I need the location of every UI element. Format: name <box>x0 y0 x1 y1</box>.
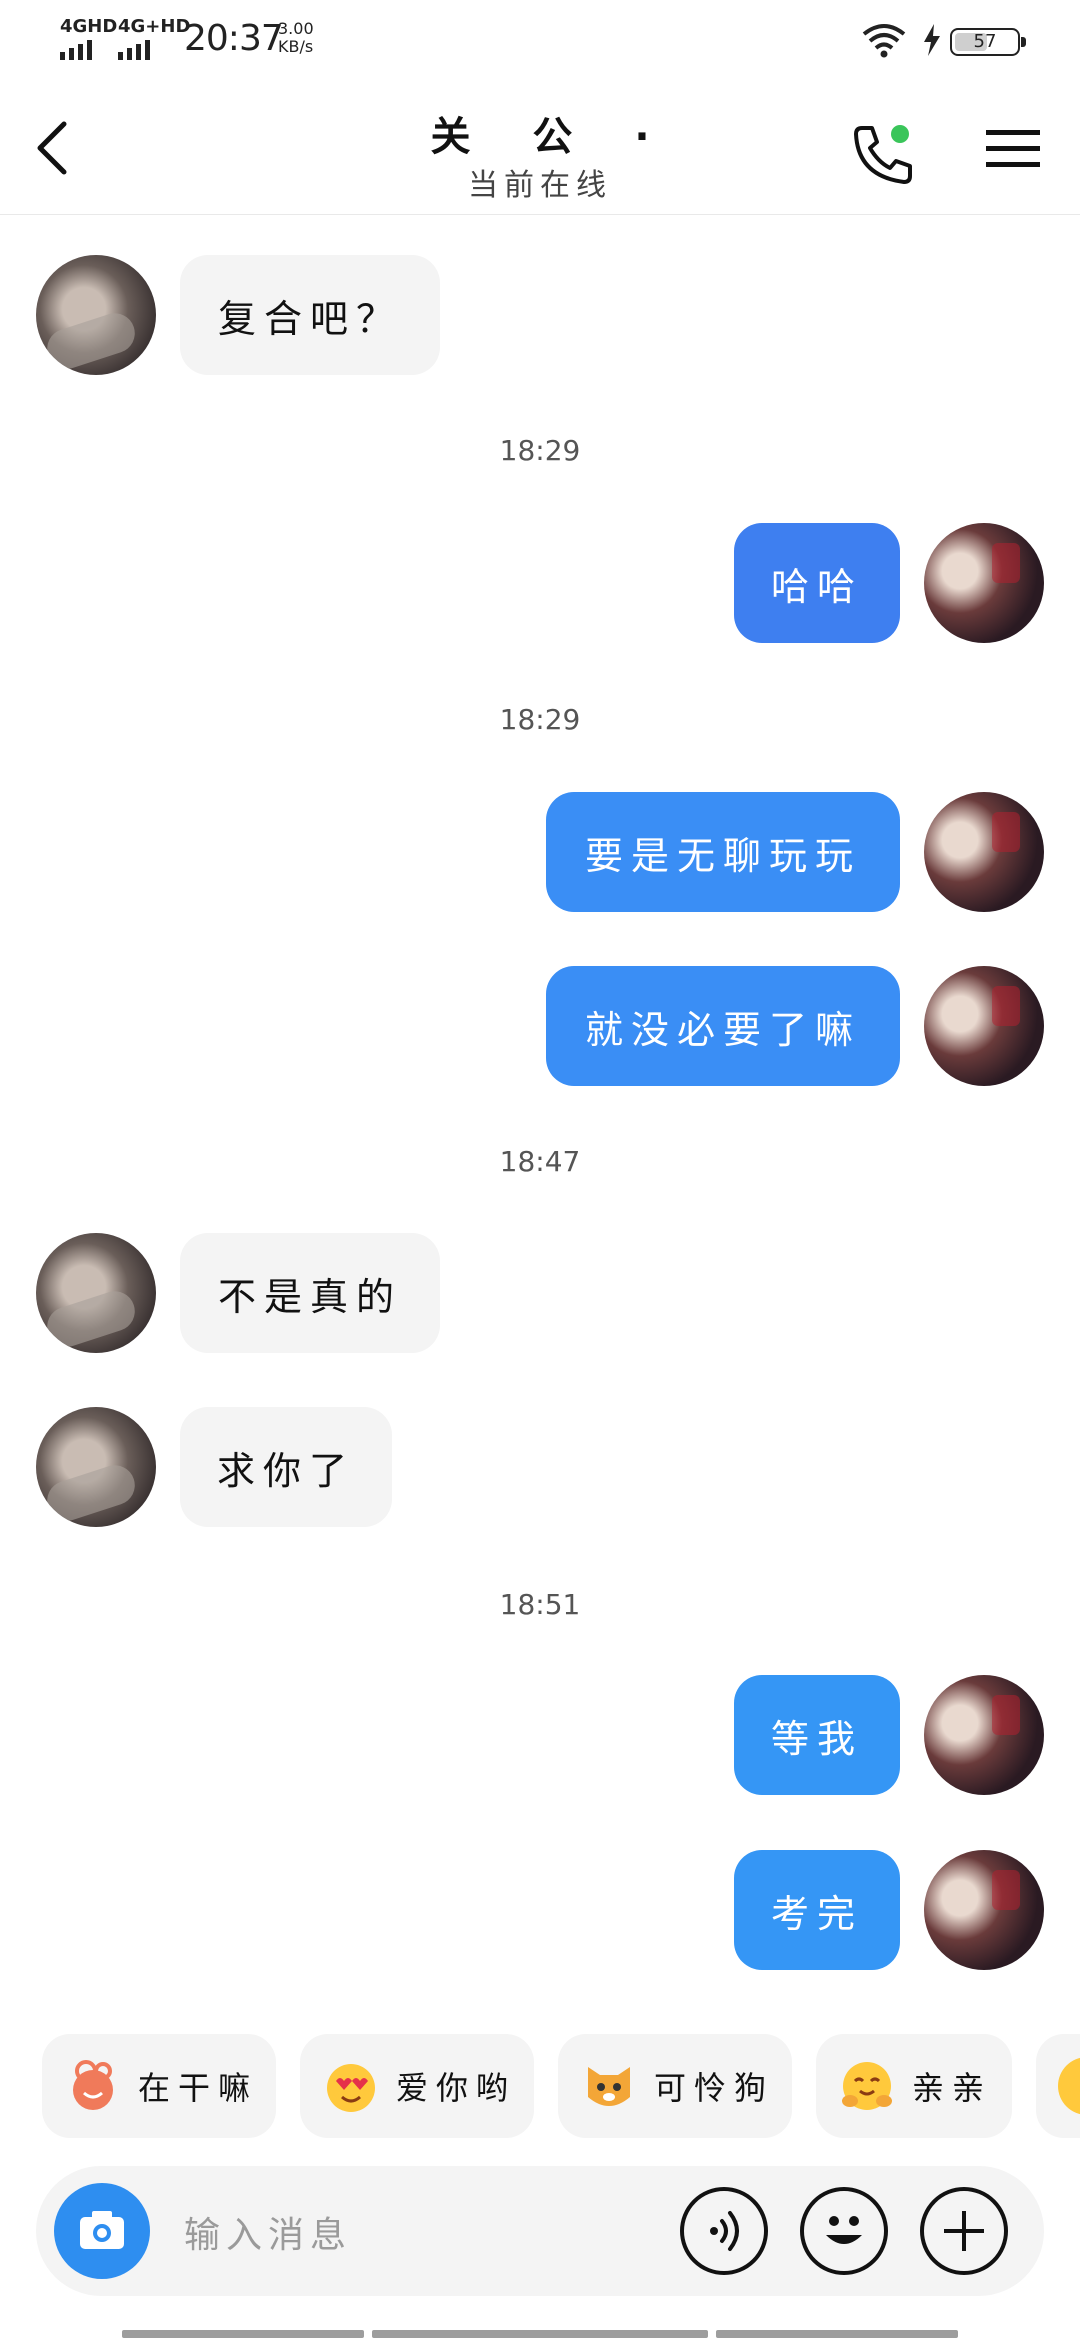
contact-avatar[interactable] <box>36 1233 156 1353</box>
message-input[interactable]: 输入消息 <box>184 2206 352 2258</box>
message-bubble-incoming[interactable]: 不是真的 <box>180 1233 440 1353</box>
network-speed: 3.00 KB/s <box>278 20 314 56</box>
message-bubble-outgoing[interactable]: 等我 <box>734 1675 900 1795</box>
timestamp: 18:51 <box>499 1588 581 1621</box>
network-type-1: 4GHD <box>60 16 118 37</box>
camera-button[interactable] <box>54 2183 150 2279</box>
message-row: 复合吧？ <box>0 255 1080 375</box>
message-bubble-incoming[interactable]: 复合吧？ <box>180 255 440 375</box>
signal-strength-icon: 4GHD <box>60 18 117 60</box>
message-bubble-outgoing[interactable]: 就没必要了嘛 <box>546 966 900 1086</box>
heart-eyes-emoji-icon <box>322 2057 380 2115</box>
message-row: 不是真的 <box>0 1233 1080 1353</box>
nav-bar-segment[interactable] <box>122 2330 364 2338</box>
timestamp: 18:29 <box>499 434 581 467</box>
phone-call-icon[interactable] <box>848 120 918 190</box>
menu-icon[interactable] <box>984 124 1044 174</box>
contact-avatar[interactable] <box>36 1407 156 1527</box>
my-avatar[interactable] <box>924 792 1044 912</box>
contact-avatar[interactable] <box>36 255 156 375</box>
clock: 20:37 <box>184 18 284 59</box>
quick-reply-chip[interactable]: 爱你哟 <box>300 2034 534 2138</box>
quick-reply-label: 在干嘛 <box>138 2069 259 2107</box>
nav-bar-segment[interactable] <box>716 2330 958 2338</box>
message-row: 哈哈 <box>0 523 1080 643</box>
message-list[interactable]: 复合吧？ 18:29 哈哈 18:29 要是无聊玩玩 就没必要了嘛 18:47 … <box>0 215 1080 2015</box>
quick-reply-chip[interactable]: 可怜狗 <box>558 2034 792 2138</box>
my-avatar[interactable] <box>924 1850 1044 1970</box>
network-speed-value: 3.00 <box>278 19 314 38</box>
battery-icon: 57 <box>950 28 1026 56</box>
flower-sticker-icon <box>64 2057 122 2115</box>
message-bubble-outgoing[interactable]: 哈哈 <box>734 523 900 643</box>
message-row: 要是无聊玩玩 <box>0 792 1080 912</box>
contact-name: 关 公 · <box>430 114 674 160</box>
plus-icon <box>944 2211 984 2251</box>
message-row: 求你了 <box>0 1407 1080 1527</box>
online-status: 当前在线 <box>468 168 612 203</box>
quick-reply-chip[interactable]: 亲亲 <box>816 2034 1012 2138</box>
my-avatar[interactable] <box>924 1675 1044 1795</box>
emoji-icon <box>826 2216 862 2244</box>
quick-reply-bar[interactable]: 在干嘛 爱你哟 可怜狗 亲亲 <box>0 2034 1080 2138</box>
hug-emoji-icon <box>838 2057 896 2115</box>
my-avatar[interactable] <box>924 523 1044 643</box>
online-indicator-dot <box>891 125 909 143</box>
plus-button[interactable] <box>920 2187 1008 2275</box>
my-avatar[interactable] <box>924 966 1044 1086</box>
charging-icon <box>924 24 940 56</box>
network-speed-unit: KB/s <box>278 37 314 56</box>
voice-button[interactable] <box>680 2187 768 2275</box>
wifi-icon <box>862 24 906 58</box>
camera-icon <box>80 2211 124 2249</box>
quick-reply-chip[interactable]: 在干嘛 <box>42 2034 276 2138</box>
voice-icon <box>710 2211 739 2251</box>
timestamp: 18:47 <box>499 1145 581 1178</box>
emoji-button[interactable] <box>800 2187 888 2275</box>
emoji-sticker-icon <box>1058 2057 1080 2115</box>
quick-reply-label: 可怜狗 <box>654 2069 775 2107</box>
quick-reply-label: 爱你哟 <box>396 2069 517 2107</box>
quick-reply-label: 亲亲 <box>912 2069 993 2107</box>
quick-reply-chip-partial[interactable] <box>1036 2034 1080 2138</box>
message-row: 考完 <box>0 1850 1080 1970</box>
message-bubble-incoming[interactable]: 求你了 <box>180 1407 392 1527</box>
pitiful-dog-emoji-icon <box>580 2057 638 2115</box>
status-bar: 4GHD 4G+HD 20:37 3.00 KB/s 57 <box>0 0 1080 80</box>
chat-header: 关 公 · 当前在线 <box>0 80 1080 215</box>
message-row: 就没必要了嘛 <box>0 966 1080 1086</box>
signal-strength-icon-2: 4G+HD <box>118 18 190 60</box>
message-row: 等我 <box>0 1675 1080 1795</box>
network-type-2: 4G+HD <box>118 16 191 37</box>
battery-level: 57 <box>973 31 997 52</box>
message-bubble-outgoing[interactable]: 考完 <box>734 1850 900 1970</box>
message-input-bar: 输入消息 <box>36 2166 1044 2296</box>
message-bubble-outgoing[interactable]: 要是无聊玩玩 <box>546 792 900 912</box>
timestamp: 18:29 <box>499 703 581 736</box>
nav-bar-segment[interactable] <box>372 2330 708 2338</box>
